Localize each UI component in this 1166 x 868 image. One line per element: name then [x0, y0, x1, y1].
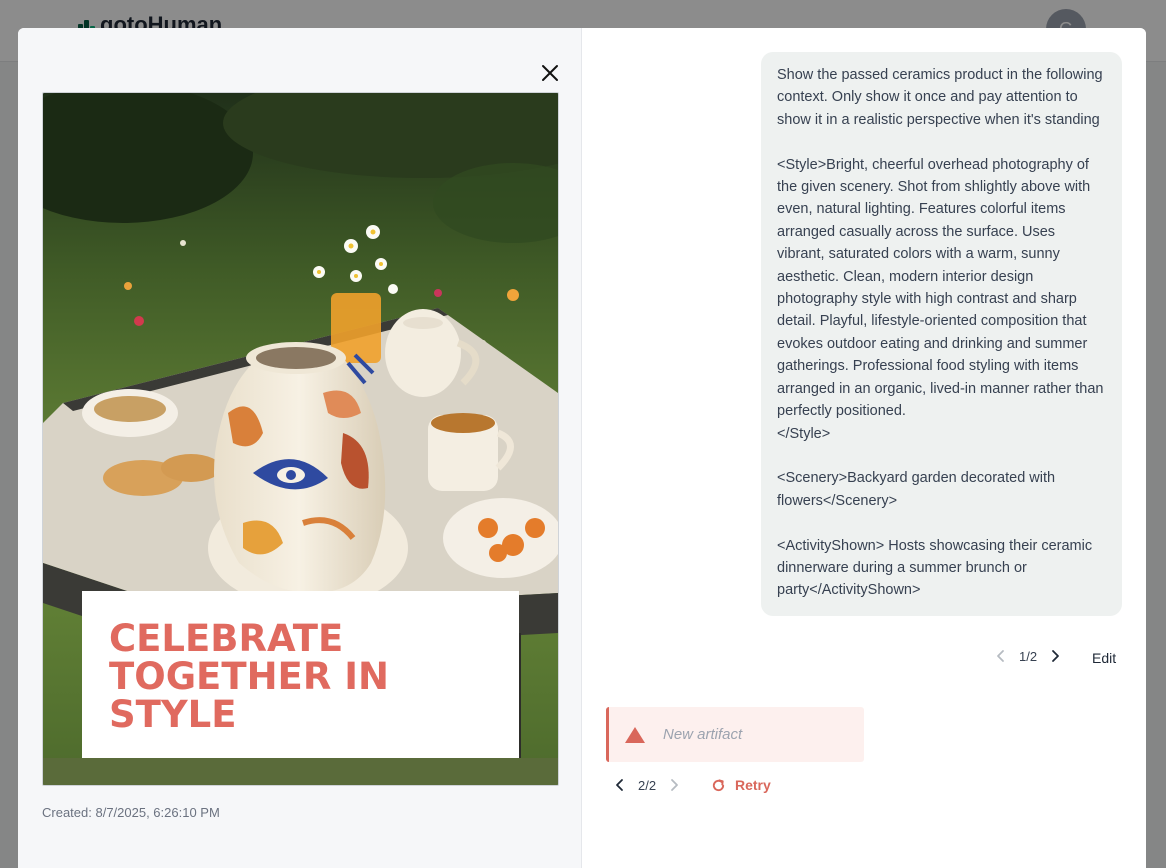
artifact-next-button[interactable] [666, 777, 682, 793]
close-button[interactable] [538, 61, 562, 85]
chevron-right-icon [1052, 650, 1059, 662]
artifact-modal: CELEBRATE TOGETHER IN STYLE Created: 8/7… [18, 28, 1146, 868]
created-timestamp: Created: 8/7/2025, 6:26:10 PM [42, 805, 220, 820]
close-icon [542, 65, 558, 81]
headline-line-1: CELEBRATE [109, 617, 343, 660]
prompt-prev-button[interactable] [993, 648, 1009, 664]
chevron-left-icon [997, 650, 1004, 662]
prompt-pager: 1/2 [993, 648, 1063, 664]
edit-prompt-button[interactable]: Edit [1092, 650, 1116, 666]
artifact-error-card[interactable]: New artifact [606, 707, 864, 762]
retry-button[interactable]: Retry [711, 777, 771, 793]
prompt-message: Show the passed ceramics product in the … [761, 52, 1122, 616]
chevron-left-icon [616, 779, 623, 791]
artifact-prev-button[interactable] [612, 777, 628, 793]
preview-pane: CELEBRATE TOGETHER IN STYLE Created: 8/7… [18, 28, 582, 868]
warning-icon [625, 726, 645, 743]
prompt-next-button[interactable] [1047, 648, 1063, 664]
headline-line-3: STYLE [109, 693, 237, 736]
garden-table-photo: CELEBRATE TOGETHER IN STYLE [43, 93, 558, 785]
conversation-pane: Show the passed ceramics product in the … [582, 28, 1146, 868]
refresh-icon [712, 778, 725, 791]
artifact-page-indicator: 2/2 [638, 777, 657, 793]
chevron-right-icon [671, 779, 678, 791]
artifact-pager: 2/2 [612, 777, 682, 793]
retry-label: Retry [735, 777, 771, 793]
generated-image[interactable]: CELEBRATE TOGETHER IN STYLE [42, 92, 559, 786]
headline-line-2: TOGETHER IN [109, 655, 389, 698]
prompt-page-indicator: 1/2 [1019, 648, 1038, 664]
artifact-label: New artifact [663, 726, 743, 743]
